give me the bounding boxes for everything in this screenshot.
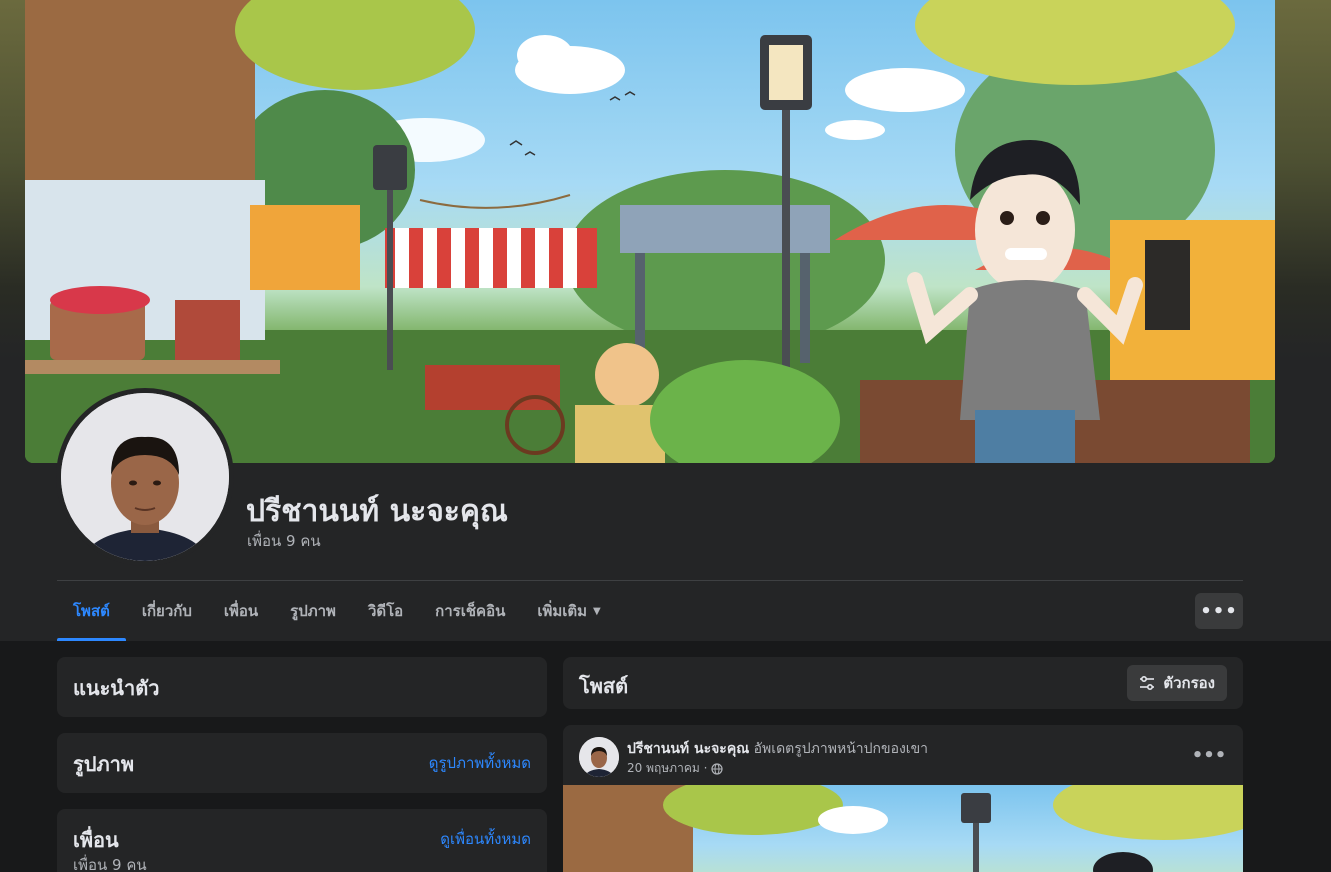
friends-title[interactable]: เพื่อน [73,824,119,856]
post-author[interactable]: ปรีชานนท์ นะจะคุณ [627,741,749,757]
tab-label: เกี่ยวกับ [141,602,192,620]
filter-button[interactable]: ตัวกรอง [1127,665,1227,701]
cover-photo[interactable] [25,0,1275,463]
globe-icon [711,762,723,775]
post-image-illustration [563,785,1243,872]
friend-count[interactable]: เพื่อน 9 คน [247,529,321,553]
intro-title: แนะนำตัว [73,676,160,700]
tab-posts[interactable]: โพสต์ [57,581,126,641]
tab-label: วิดีโอ [367,602,404,620]
avatar-photo [61,393,229,561]
filter-label: ตัวกรอง [1163,674,1215,692]
post-card: ปรีชานนท์ นะจะคุณ อัพเดตรูปภาพหน้าปกของเ… [563,725,1243,872]
profile-avatar[interactable] [56,388,234,566]
more-icon: ••• [1200,600,1238,622]
tab-more[interactable]: เพิ่มเติม ▼ [521,581,616,641]
tab-label: โพสต์ [73,602,110,620]
chevron-down-icon: ▼ [593,605,601,617]
friends-count: เพื่อน 9 คน [73,856,147,872]
filter-icon [1140,675,1155,691]
profile-page: ปรีชานนท์ นะจะคุณ เพื่อน 9 คน โพสต์ เกี่… [0,0,1331,872]
tab-about[interactable]: เกี่ยวกับ [126,581,208,641]
tab-checkins[interactable]: การเช็คอิน [419,581,521,641]
profile-more-button[interactable]: ••• [1195,593,1243,629]
posts-header-card: โพสต์ ตัวกรอง [563,657,1243,709]
profile-name: ปรีชานนท์ นะจะคุณ [246,494,508,529]
photos-card: รูปภาพ ดูรูปภาพทั้งหมด [57,733,547,793]
post-image[interactable] [563,785,1243,872]
tab-label: รูปภาพ [290,602,336,620]
post-more-button[interactable]: ••• [1191,741,1227,769]
post-author-avatar[interactable] [579,737,619,777]
avatar [61,393,229,561]
tab-photos[interactable]: รูปภาพ [274,581,352,641]
intro-card: แนะนำตัว [57,657,547,717]
see-all-friends-link[interactable]: ดูเพื่อนทั้งหมด [440,827,531,851]
post-header: ปรีชานนท์ นะจะคุณ อัพเดตรูปภาพหน้าปกของเ… [627,738,928,760]
cover-illustration [25,0,1275,463]
post-meta: 20 พฤษภาคม · [627,759,723,778]
photos-title[interactable]: รูปภาพ [73,748,134,780]
tab-videos[interactable]: วิดีโอ [352,581,419,641]
post-action: อัพเดตรูปภาพหน้าปกของเขา [753,741,929,757]
posts-title: โพสต์ [579,674,629,698]
tab-label: การเช็คอิน [435,602,506,620]
tab-friends[interactable]: เพื่อน [208,581,274,641]
profile-tabs: โพสต์ เกี่ยวกับ เพื่อน รูปภาพ วิดีโอ การ… [57,581,617,641]
more-icon: ••• [1191,744,1227,766]
see-all-photos-link[interactable]: ดูรูปภาพทั้งหมด [429,751,531,775]
friends-card: เพื่อน ดูเพื่อนทั้งหมด เพื่อน 9 คน [57,809,547,872]
post-date[interactable]: 20 พฤษภาคม · [627,759,707,778]
tab-label: เพื่อน [223,602,259,620]
avatar-photo [579,737,619,777]
tab-label: เพิ่มเติม [537,602,588,620]
